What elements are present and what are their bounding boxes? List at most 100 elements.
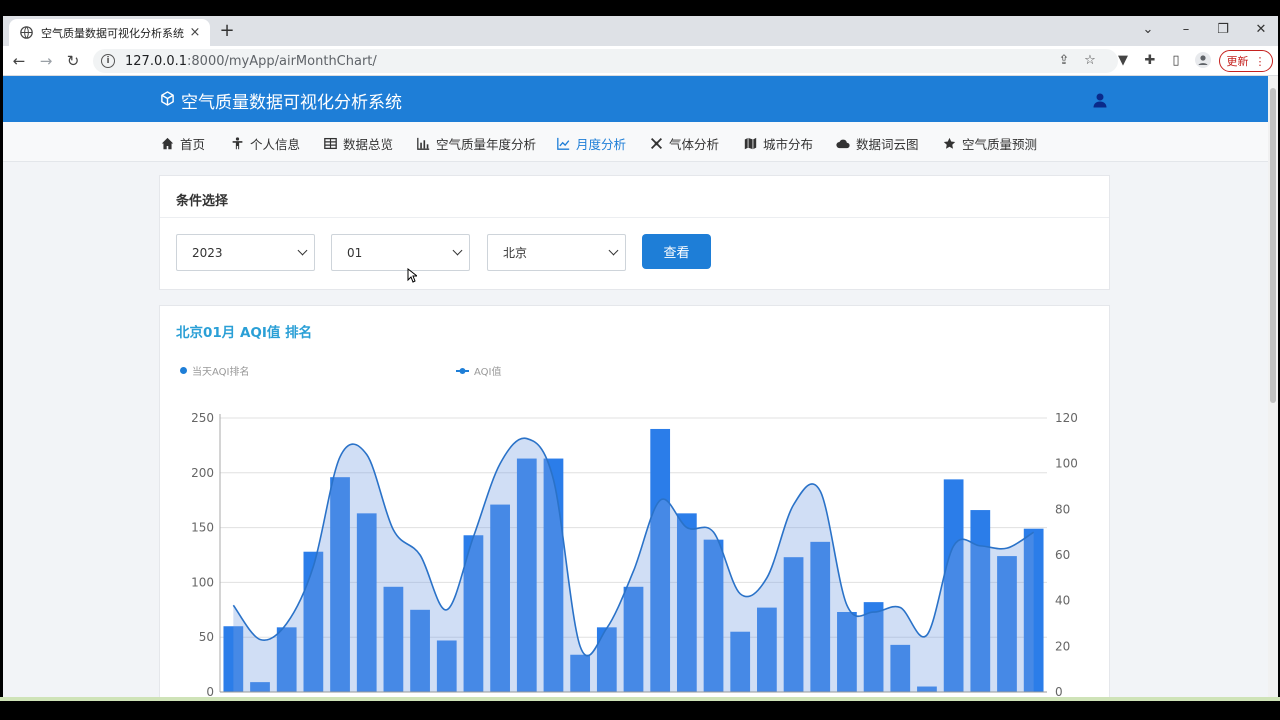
close-tab-icon[interactable]: × bbox=[188, 25, 202, 40]
bar bbox=[250, 682, 270, 692]
puzzle-icon[interactable]: ✚ bbox=[1141, 52, 1159, 70]
bar bbox=[596, 627, 617, 692]
browser-window: 空气质量数据可视化分析系统 × + ⌄ – ❐ ✕ ← → ↻ i 127.0.… bbox=[3, 16, 1278, 699]
bar bbox=[410, 609, 430, 692]
browser-tab[interactable]: 空气质量数据可视化分析系统 × bbox=[9, 19, 210, 46]
app-header: 空气质量数据可视化分析系统 bbox=[3, 76, 1268, 122]
bar bbox=[943, 479, 964, 692]
bar bbox=[463, 535, 484, 692]
home-icon bbox=[160, 137, 174, 151]
view-button[interactable]: 查看 bbox=[642, 234, 711, 269]
bar bbox=[783, 557, 804, 692]
star-icon bbox=[942, 137, 956, 151]
page-scrollbar[interactable] bbox=[1268, 76, 1278, 699]
brand-title: 空气质量数据可视化分析系统 bbox=[181, 93, 402, 113]
more-icon[interactable]: ⋮ bbox=[1255, 55, 1266, 68]
y-left-tick-label: 150 bbox=[191, 521, 214, 535]
brand[interactable]: 空气质量数据可视化分析系统 bbox=[160, 88, 402, 113]
y-right-tick-label: 80 bbox=[1055, 502, 1070, 516]
nav-monthly[interactable]: 月度分析 bbox=[556, 134, 626, 153]
site-info-icon[interactable]: i bbox=[101, 54, 115, 68]
bar bbox=[863, 602, 884, 692]
month-select[interactable]: 01 bbox=[331, 234, 470, 271]
person-icon bbox=[230, 137, 244, 151]
reload-icon[interactable]: ↻ bbox=[63, 51, 83, 71]
y-left-tick-label: 50 bbox=[199, 630, 214, 644]
filter-heading: 条件选择 bbox=[160, 176, 1109, 218]
city-select[interactable]: 北京 bbox=[487, 234, 626, 271]
year-select[interactable]: 2023 bbox=[176, 234, 315, 271]
bar bbox=[997, 556, 1017, 692]
molecule-icon bbox=[649, 137, 663, 151]
bar bbox=[516, 458, 537, 692]
y-left-tick-label: 200 bbox=[191, 466, 214, 480]
bar bbox=[570, 654, 591, 692]
y-left-tick-label: 250 bbox=[191, 411, 214, 425]
y-right-tick-label: 40 bbox=[1055, 594, 1070, 608]
line-chart-icon bbox=[556, 137, 570, 151]
nav-overview[interactable]: 数据总览 bbox=[323, 134, 393, 153]
minimize-icon[interactable]: – bbox=[1176, 20, 1196, 40]
filter-card: 条件选择 2023 01 北京 查看 bbox=[159, 175, 1110, 290]
address-bar[interactable]: i 127.0.0.1:8000/myApp/airMonthChart/ bbox=[93, 49, 1118, 73]
nav-yearly[interactable]: 空气质量年度分析 bbox=[416, 134, 536, 153]
user-icon[interactable] bbox=[1092, 92, 1108, 112]
bar bbox=[623, 586, 644, 692]
bar bbox=[383, 586, 404, 692]
url-text: 127.0.0.1:8000/myApp/airMonthChart/ bbox=[125, 53, 377, 69]
bar bbox=[917, 686, 937, 692]
nav-wordcloud[interactable]: 数据词云图 bbox=[836, 134, 919, 153]
back-icon[interactable]: ← bbox=[9, 51, 29, 71]
nav-profile[interactable]: 个人信息 bbox=[230, 134, 300, 153]
legend-dot bbox=[180, 367, 187, 374]
cloud-icon bbox=[836, 137, 850, 151]
new-tab-button[interactable]: + bbox=[217, 21, 237, 41]
scrollbar-thumb[interactable] bbox=[1270, 88, 1276, 403]
y-right-tick-label: 100 bbox=[1055, 457, 1078, 471]
nav-gas[interactable]: 气体分析 bbox=[649, 134, 719, 153]
bar bbox=[730, 631, 751, 692]
y-right-tick-label: 120 bbox=[1055, 411, 1078, 425]
bar bbox=[757, 607, 777, 692]
forward-icon[interactable]: → bbox=[36, 51, 56, 71]
update-button[interactable]: 更新 ⋮ bbox=[1219, 50, 1273, 72]
bookmark-star-icon[interactable]: ☆ bbox=[1081, 52, 1099, 70]
mouse-cursor-icon bbox=[407, 267, 419, 287]
nav-prediction[interactable]: 空气质量预测 bbox=[942, 134, 1037, 153]
main-nav: 首页 个人信息 数据总览 空气质量年度分析 月度分析 气体分析 城市分布 数据词… bbox=[3, 122, 1268, 162]
chevron-down-icon[interactable]: ⌄ bbox=[1138, 20, 1158, 40]
bar bbox=[303, 551, 324, 692]
legend-item-line[interactable]: AQI值 bbox=[456, 363, 502, 378]
chevron-down-icon bbox=[452, 245, 463, 256]
taskbar-strip bbox=[0, 697, 1280, 701]
y-right-tick-label: 20 bbox=[1055, 639, 1070, 653]
y-right-tick-label: 60 bbox=[1055, 548, 1070, 562]
screen: 空气质量数据可视化分析系统 × + ⌄ – ❐ ✕ ← → ↻ i 127.0.… bbox=[0, 0, 1280, 720]
aqi-chart: 050100150200250020406080100120 bbox=[191, 411, 1078, 699]
bar bbox=[810, 541, 831, 692]
share-icon[interactable]: ⇪ bbox=[1055, 52, 1073, 70]
bar bbox=[436, 640, 457, 692]
chart-card: 北京01月 AQI值 排名 当天AQI排名 AQI值 0 50 100 150 200 2… bbox=[159, 305, 1110, 699]
extension-v-icon[interactable]: ▼ bbox=[1114, 52, 1132, 70]
map-icon bbox=[743, 137, 757, 151]
bar bbox=[330, 477, 350, 692]
legend-item-bar[interactable]: 当天AQI排名 bbox=[180, 363, 250, 378]
nav-city[interactable]: 城市分布 bbox=[743, 134, 813, 153]
tab-title: 空气质量数据可视化分析系统 bbox=[41, 26, 184, 40]
aqi-area bbox=[233, 438, 1034, 692]
restore-icon[interactable]: ❐ bbox=[1213, 20, 1233, 40]
globe-icon bbox=[19, 26, 33, 40]
chevron-down-icon bbox=[608, 245, 619, 256]
profile-icon[interactable] bbox=[1194, 52, 1212, 70]
chevron-down-icon bbox=[297, 245, 308, 256]
nav-home[interactable]: 首页 bbox=[160, 134, 205, 153]
y-left-tick-label: 100 bbox=[191, 575, 214, 589]
bar bbox=[356, 513, 377, 692]
aqi-line bbox=[232, 437, 1035, 657]
bar bbox=[543, 458, 564, 692]
sidebar-icon[interactable]: ▯ bbox=[1167, 52, 1185, 70]
bar bbox=[676, 513, 697, 692]
close-window-icon[interactable]: ✕ bbox=[1251, 20, 1271, 40]
bar bbox=[703, 539, 724, 692]
